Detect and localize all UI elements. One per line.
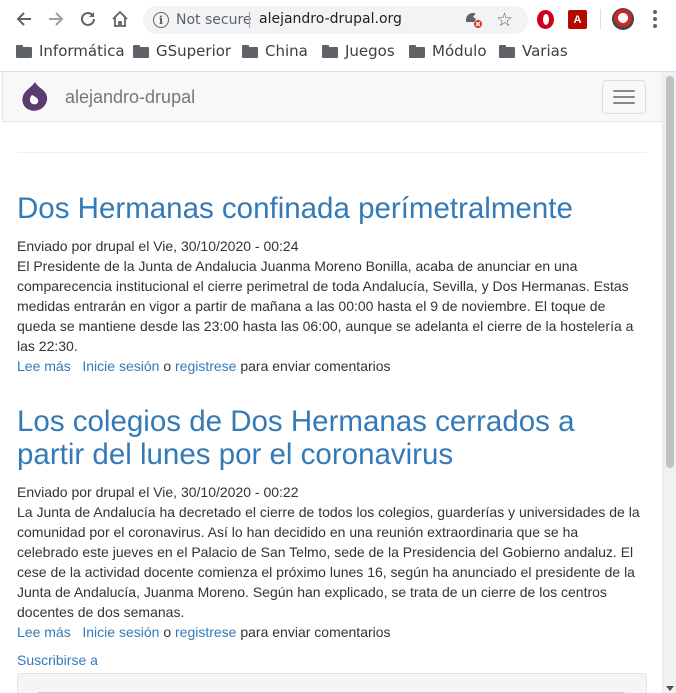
- scrollbar[interactable]: [662, 72, 676, 693]
- feed-link[interactable]: Suscribirse a: [17, 652, 98, 668]
- login-link[interactable]: Inicie sesión: [82, 624, 159, 640]
- folder-icon: [242, 44, 258, 58]
- site-navbar: alejandro-drupal: [2, 72, 662, 122]
- page-viewport: alejandro-drupal Dos Hermanas confinada …: [0, 72, 676, 693]
- browser-chrome: i Not secure alejandro-drupal.org ☆ A In…: [0, 0, 676, 72]
- scroll-down-arrow-icon[interactable]: [666, 686, 674, 691]
- article-body: La Junta de Andalucía ha decretado el ci…: [17, 504, 640, 620]
- folder-icon: [409, 44, 425, 58]
- comment-text: para enviar comentarios: [240, 358, 391, 374]
- info-icon[interactable]: i: [153, 12, 169, 28]
- bookmark-modulo[interactable]: Módulo: [409, 42, 487, 60]
- register-link[interactable]: registrese: [175, 624, 236, 640]
- register-link[interactable]: registrese: [175, 358, 236, 374]
- bookmark-label: Módulo: [432, 42, 487, 60]
- bookmark-china[interactable]: China: [242, 42, 308, 60]
- article-body: El Presidente de la Junta de Andalucia J…: [17, 258, 634, 354]
- pdf-icon[interactable]: A: [568, 10, 587, 29]
- drupal-logo-icon[interactable]: [20, 81, 50, 113]
- site-brand[interactable]: alejandro-drupal: [65, 87, 195, 108]
- bookmarks-bar: Informática GSuperior China Juegos Módul…: [0, 40, 676, 66]
- or-text: o: [163, 358, 172, 374]
- browser-toolbar: i Not secure alejandro-drupal.org ☆ A: [0, 0, 676, 38]
- security-label[interactable]: Not secure: [176, 12, 252, 28]
- bookmark-informatica[interactable]: Informática: [16, 42, 125, 60]
- forward-icon[interactable]: [45, 8, 67, 30]
- reload-icon[interactable]: [77, 8, 99, 30]
- or-text: o: [163, 624, 172, 640]
- profile-avatar[interactable]: [612, 8, 634, 30]
- toolbar-divider: [600, 9, 601, 29]
- bookmark-label: GSuperior: [156, 42, 232, 60]
- opera-icon[interactable]: [537, 10, 554, 29]
- feed-box: [17, 673, 647, 693]
- bookmark-label: Informática: [39, 42, 125, 60]
- url-text[interactable]: alejandro-drupal.org: [259, 11, 402, 27]
- folder-icon: [499, 44, 515, 58]
- folder-icon: [133, 44, 149, 58]
- back-icon[interactable]: [13, 8, 35, 30]
- folder-icon: [322, 44, 338, 58]
- comment-text: para enviar comentarios: [240, 624, 391, 640]
- divider: [17, 152, 647, 153]
- scrollbar-thumb[interactable]: [666, 76, 674, 468]
- omnibox-divider: [249, 12, 250, 28]
- read-more-link[interactable]: Lee más: [17, 358, 71, 374]
- bookmark-label: Varias: [522, 42, 568, 60]
- cookie-blocked-icon[interactable]: [465, 12, 483, 28]
- bookmark-label: China: [265, 42, 308, 60]
- article-links: Lee más Inicie sesión o registrese para …: [17, 356, 391, 376]
- home-icon[interactable]: [109, 8, 131, 30]
- folder-icon: [16, 44, 32, 58]
- bookmark-label: Juegos: [345, 42, 395, 60]
- article-submitted: Enviado por drupal el Vie, 30/10/2020 - …: [17, 238, 299, 254]
- article-title[interactable]: Los colegios de Dos Hermanas cerrados a …: [17, 405, 647, 471]
- article-links: Lee más Inicie sesión o registrese para …: [17, 622, 391, 642]
- navbar-toggle-button[interactable]: [602, 80, 646, 114]
- bookmark-gsuperior[interactable]: GSuperior: [133, 42, 231, 60]
- article-submitted: Enviado por drupal el Vie, 30/10/2020 - …: [17, 484, 299, 500]
- bookmark-juegos[interactable]: Juegos: [322, 42, 395, 60]
- star-icon[interactable]: ☆: [496, 9, 513, 32]
- bookmark-varias[interactable]: Varias: [499, 42, 568, 60]
- kebab-menu-icon[interactable]: [647, 8, 663, 30]
- article-title[interactable]: Dos Hermanas confinada perímetralmente: [17, 192, 647, 225]
- login-link[interactable]: Inicie sesión: [82, 358, 159, 374]
- address-bar[interactable]: i Not secure alejandro-drupal.org ☆: [143, 6, 528, 34]
- read-more-link[interactable]: Lee más: [17, 624, 71, 640]
